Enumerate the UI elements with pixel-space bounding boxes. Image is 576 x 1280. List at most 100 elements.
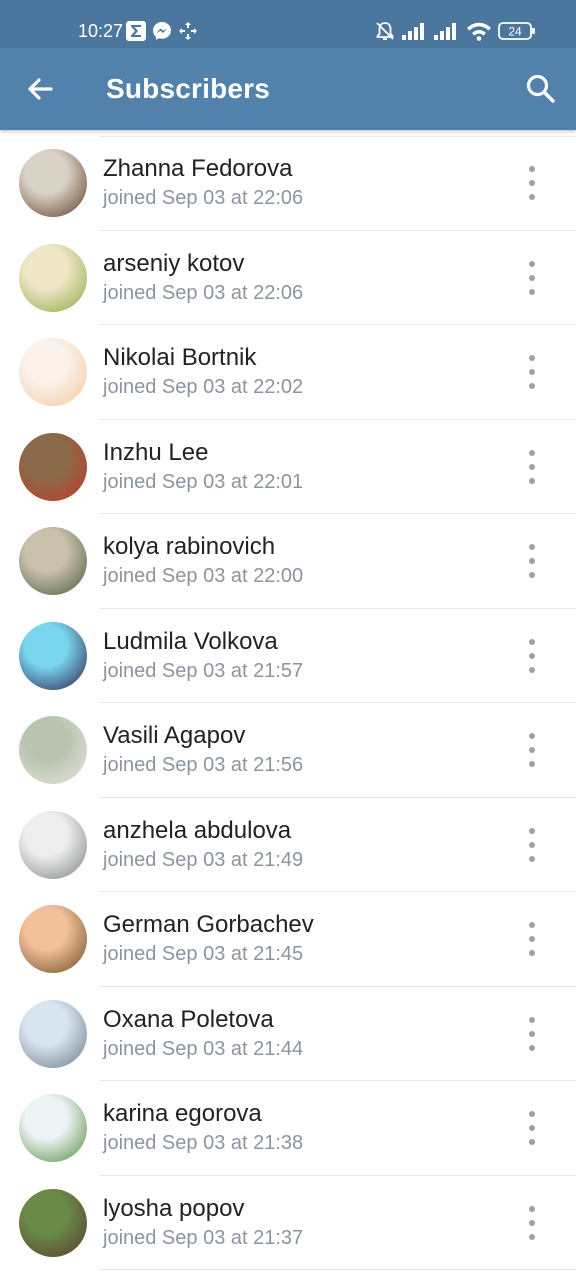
more-options-icon[interactable] <box>516 1111 548 1145</box>
subscriber-name: Inzhu Lee <box>103 438 209 466</box>
dot <box>529 747 535 753</box>
subscriber-row[interactable]: Zhanna Fedorova joined Sep 03 at 22:06 <box>0 136 576 231</box>
dot <box>529 1139 535 1145</box>
avatar[interactable] <box>19 527 87 595</box>
subscriber-row[interactable]: arseniy kotov joined Sep 03 at 22:06 <box>0 231 576 325</box>
dot <box>529 572 535 578</box>
avatar[interactable] <box>19 905 87 973</box>
avatar[interactable] <box>19 1188 87 1257</box>
more-options-icon[interactable] <box>516 827 548 862</box>
avatar[interactable] <box>19 716 87 784</box>
dot <box>529 761 535 767</box>
subscriber-name: German Gorbachev <box>103 911 314 938</box>
avatar[interactable] <box>19 149 87 217</box>
more-options-icon[interactable] <box>516 638 548 673</box>
subscriber-row[interactable]: anzhela abdulova joined Sep 03 at 21:49 <box>0 798 576 892</box>
dot <box>529 1030 535 1037</box>
subscriber-name: karina egorova <box>103 1100 262 1127</box>
dot <box>529 1205 535 1212</box>
search-icon[interactable] <box>522 70 560 108</box>
subscriber-row[interactable]: Nikolai Bortnik joined Sep 03 at 22:02 <box>0 325 576 420</box>
subscriber-row[interactable]: German Gorbachev joined Sep 03 at 21:45 <box>0 892 576 987</box>
dot <box>529 477 535 484</box>
more-options-icon[interactable] <box>516 260 548 295</box>
avatar[interactable] <box>19 621 87 690</box>
more-options-icon[interactable] <box>516 733 548 767</box>
joined-date: joined Sep 03 at 21:56 <box>103 754 304 776</box>
dot <box>529 1125 535 1131</box>
joined-date: joined Sep 03 at 22:01 <box>103 470 304 493</box>
dot <box>529 922 535 928</box>
arrow-left-icon[interactable] <box>22 71 58 107</box>
dot <box>529 558 535 564</box>
status-time: 10:27 <box>78 21 124 41</box>
subscriber-name: lyosha popov <box>103 1194 245 1222</box>
wifi-icon <box>466 20 492 42</box>
dot <box>529 260 535 267</box>
dot <box>529 733 535 739</box>
dot <box>529 666 535 673</box>
subscriber-row[interactable]: karina egorova joined Sep 03 at 21:38 <box>0 1081 576 1176</box>
subscribers-list: Zhanna Fedorova joined Sep 03 at 22:06 ars… <box>0 136 576 1270</box>
joined-date: joined Sep 03 at 21:38 <box>103 1132 304 1154</box>
avatar[interactable] <box>19 243 87 312</box>
subscriber-row[interactable]: Ludmila Volkova joined Sep 03 at 21:57 <box>0 609 576 703</box>
subscriber-name: arseniy kotov <box>103 249 245 277</box>
dot <box>529 383 535 389</box>
subscriber-name: kolya rabinovich <box>103 533 276 560</box>
subscriber-row[interactable]: Inzhu Lee joined Sep 03 at 22:01 <box>0 420 576 514</box>
dot <box>529 1233 535 1240</box>
more-options-icon[interactable] <box>516 1016 548 1051</box>
subscriber-name: Nikolai Bortnik <box>103 344 257 371</box>
subscriber-row[interactable]: kolya rabinovich joined Sep 03 at 22:00 <box>0 514 576 609</box>
subscriber-name: anzhela abdulova <box>103 816 292 844</box>
dot <box>529 827 535 834</box>
avatar[interactable] <box>19 338 87 406</box>
avatar[interactable] <box>19 432 87 501</box>
dot <box>529 936 535 942</box>
dot <box>529 463 535 470</box>
joined-date: joined Sep 03 at 21:44 <box>103 1037 304 1060</box>
joined-date: joined Sep 03 at 22:06 <box>103 187 304 209</box>
divider <box>100 1269 576 1270</box>
signal-icon <box>434 20 460 42</box>
app-bar: Subscribers <box>0 48 576 130</box>
more-options-icon[interactable] <box>516 449 548 484</box>
subscriber-row[interactable]: lyosha popov joined Sep 03 at 21:37 <box>0 1176 576 1270</box>
avatar[interactable] <box>19 1094 87 1162</box>
avatar[interactable] <box>19 810 87 879</box>
page-title: Subscribers <box>106 73 271 104</box>
joined-date: joined Sep 03 at 21:57 <box>103 659 304 682</box>
joined-date: joined Sep 03 at 22:00 <box>103 565 304 587</box>
dot <box>529 449 535 456</box>
dot <box>529 274 535 281</box>
joined-date: joined Sep 03 at 21:49 <box>103 848 304 871</box>
dot <box>529 855 535 862</box>
dot <box>529 180 535 186</box>
dot <box>529 355 535 361</box>
dot <box>529 638 535 645</box>
more-options-icon[interactable] <box>516 544 548 578</box>
dot <box>529 288 535 295</box>
subscriber-row[interactable]: Oxana Poletova joined Sep 03 at 21:44 <box>0 987 576 1081</box>
sigma-icon <box>126 20 146 42</box>
battery-icon: 24 <box>498 20 536 42</box>
more-options-icon[interactable] <box>516 922 548 956</box>
joined-date: joined Sep 03 at 21:45 <box>103 943 304 965</box>
game-icon <box>178 20 198 42</box>
subscriber-name: Vasili Agapov <box>103 722 246 749</box>
subscriber-name: Zhanna Fedorova <box>103 155 293 182</box>
dot <box>529 1044 535 1051</box>
dot <box>529 1219 535 1226</box>
avatar[interactable] <box>19 999 87 1068</box>
subscriber-row[interactable]: Vasili Agapov joined Sep 03 at 21:56 <box>0 703 576 798</box>
dot <box>529 652 535 659</box>
dot <box>529 1111 535 1117</box>
dot <box>529 1016 535 1023</box>
more-options-icon[interactable] <box>516 1205 548 1240</box>
mute-bell-icon <box>374 20 396 42</box>
more-options-icon[interactable] <box>516 355 548 389</box>
more-options-icon[interactable] <box>516 166 548 200</box>
dot <box>529 369 535 375</box>
signal-icon <box>402 20 428 42</box>
